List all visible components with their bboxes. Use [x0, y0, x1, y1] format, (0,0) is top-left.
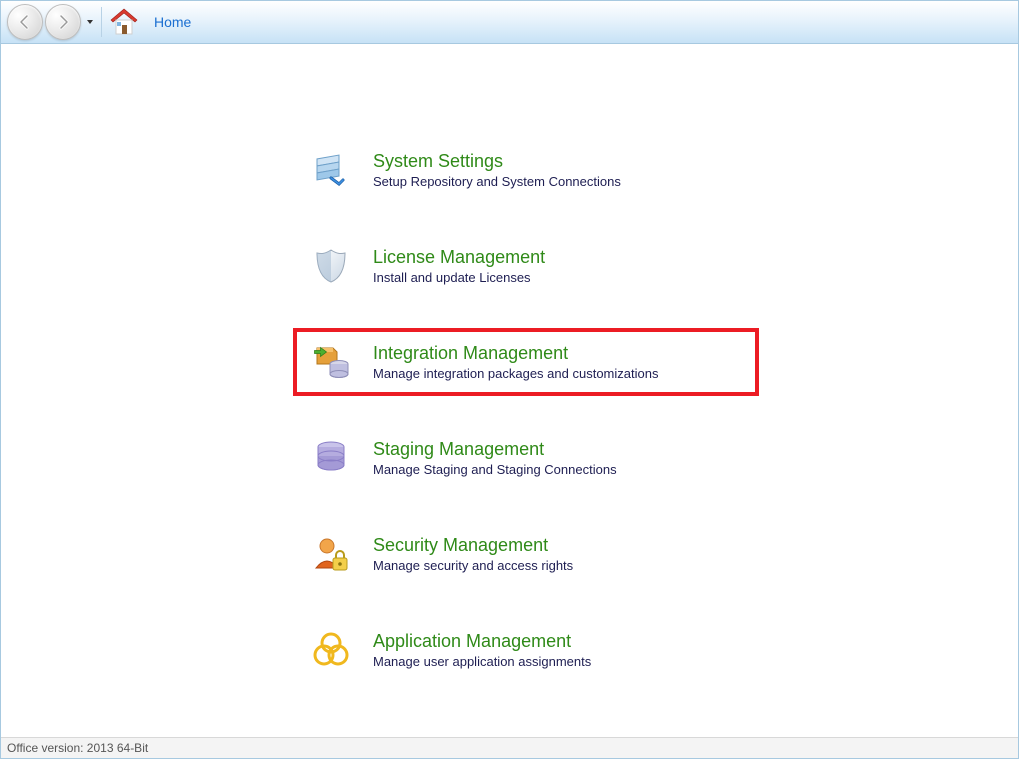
database-icon — [311, 438, 351, 478]
menu-item-title: Security Management — [373, 535, 573, 557]
menu-item-integration-management[interactable]: Integration Management Manage integratio… — [301, 336, 751, 388]
content-area: System Settings Setup Repository and Sys… — [1, 44, 1018, 738]
menu-item-application-management[interactable]: Application Management Manage user appli… — [301, 624, 751, 676]
menu-item-title: System Settings — [373, 151, 621, 173]
rings-icon — [311, 630, 351, 670]
server-settings-icon — [311, 150, 351, 190]
menu-item-title: Integration Management — [373, 343, 658, 365]
package-database-icon — [311, 342, 351, 382]
menu-item-license-management[interactable]: License Management Install and update Li… — [301, 240, 751, 292]
user-lock-icon — [311, 534, 351, 574]
home-menu-list: System Settings Setup Repository and Sys… — [301, 144, 751, 676]
app-window: Home System Se — [0, 0, 1019, 759]
menu-item-desc: Manage Staging and Staging Connections — [373, 462, 617, 477]
home-button[interactable] — [106, 4, 142, 40]
menu-item-desc: Setup Repository and System Connections — [373, 174, 621, 189]
breadcrumb-home[interactable]: Home — [154, 14, 191, 30]
menu-item-security-management[interactable]: Security Management Manage security and … — [301, 528, 751, 580]
menu-item-text: Staging Management Manage Staging and St… — [373, 439, 617, 478]
menu-item-system-settings[interactable]: System Settings Setup Repository and Sys… — [301, 144, 751, 196]
menu-item-title: License Management — [373, 247, 545, 269]
menu-item-staging-management[interactable]: Staging Management Manage Staging and St… — [301, 432, 751, 484]
back-button[interactable] — [7, 4, 43, 40]
menu-item-desc: Manage user application assignments — [373, 654, 591, 669]
menu-item-title: Application Management — [373, 631, 591, 653]
toolbar-divider — [101, 7, 102, 37]
menu-item-text: System Settings Setup Repository and Sys… — [373, 151, 621, 190]
menu-item-desc: Manage security and access rights — [373, 558, 573, 573]
menu-item-title: Staging Management — [373, 439, 617, 461]
status-office-version: Office version: 2013 64-Bit — [7, 741, 148, 755]
menu-item-desc: Manage integration packages and customiz… — [373, 366, 658, 381]
menu-item-text: Security Management Manage security and … — [373, 535, 573, 574]
home-icon — [108, 6, 140, 38]
status-bar: Office version: 2013 64-Bit — [1, 737, 1018, 758]
forward-button[interactable] — [45, 4, 81, 40]
menu-item-text: Integration Management Manage integratio… — [373, 343, 658, 382]
arrow-left-icon — [17, 14, 33, 30]
arrow-right-icon — [55, 14, 71, 30]
navigation-toolbar: Home — [1, 1, 1018, 44]
menu-item-desc: Install and update Licenses — [373, 270, 545, 285]
menu-item-text: License Management Install and update Li… — [373, 247, 545, 286]
shield-icon — [311, 246, 351, 286]
menu-item-text: Application Management Manage user appli… — [373, 631, 591, 670]
nav-history-dropdown[interactable] — [85, 5, 95, 39]
